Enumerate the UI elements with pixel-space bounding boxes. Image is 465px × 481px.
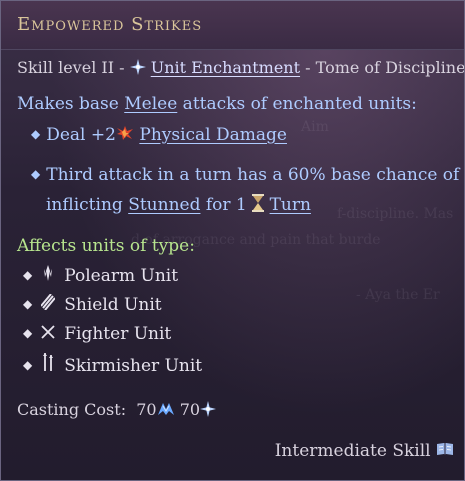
skirmisher-icon <box>40 353 56 375</box>
skill-description: Makes base Melee attacks of enchanted un… <box>17 94 417 114</box>
affects-label: Affects units of type: <box>17 236 195 256</box>
unit-type-polearm: ◆ Polearm Unit <box>23 265 178 286</box>
arcana-cost-value: 70 <box>179 400 201 419</box>
physical-damage-icon <box>116 125 134 146</box>
unit-type-skirmisher: ◆ Skirmisher Unit <box>23 353 202 376</box>
skill-level-text: Skill level II - <box>17 58 125 77</box>
casting-cost-label: Casting Cost: <box>17 400 127 419</box>
effect-text: Third attack in a turn has a 60% base ch… <box>46 165 460 185</box>
unit-enchantment-link[interactable]: Unit Enchantment <box>151 58 300 77</box>
effect-text: for 1 <box>200 195 247 215</box>
mana-cost-value: 70 <box>136 400 157 419</box>
diamond-bullet-icon: ◆ <box>31 167 41 181</box>
unit-type-fighter: ◆ Fighter Unit <box>23 324 171 344</box>
diamond-bullet-icon: ◆ <box>23 297 33 311</box>
stunned-link[interactable]: Stunned <box>128 195 200 215</box>
book-icon <box>436 441 454 462</box>
tome-text: - Tome of Discipline <box>305 58 465 77</box>
diamond-bullet-icon: ◆ <box>23 268 33 282</box>
enchantment-icon <box>129 58 146 79</box>
arcana-icon <box>200 400 217 421</box>
tooltip-header: Empowered Strikes <box>1 1 464 50</box>
turn-link[interactable]: Turn <box>270 195 311 215</box>
background-text: f-discipline. Mas <box>337 206 454 222</box>
skill-tier: Intermediate Skill <box>275 441 454 462</box>
effect-text: inflicting <box>46 195 129 215</box>
unit-type-label: Fighter Unit <box>64 324 172 344</box>
unit-type-label: Shield Unit <box>64 295 162 315</box>
skill-tier-label: Intermediate Skill <box>274 441 431 461</box>
background-text: - Aya the Er <box>356 287 440 303</box>
physical-damage-link[interactable]: Physical Damage <box>139 125 287 145</box>
fighter-icon <box>40 325 56 343</box>
description-text: Makes base <box>17 94 125 114</box>
hourglass-icon <box>252 194 265 217</box>
skill-subtitle: Skill level II - Unit Enchantment - Tome… <box>17 58 465 79</box>
effect-stun: ◆ Third attack in a turn has a 60% base c… <box>31 165 459 185</box>
skill-title: Empowered Strikes <box>17 14 203 35</box>
unit-type-shield: ◆ Shield Unit <box>23 293 162 315</box>
polearm-icon <box>40 265 56 285</box>
casting-cost: Casting Cost: 70 70 <box>17 400 217 421</box>
effect-damage: ◆ Deal +2 Physical Damage <box>31 125 287 146</box>
skill-tooltip: Aim f-discipline. Mas d of arrogance and… <box>0 0 465 481</box>
effect-stun-line2: inflicting Stunned for 1 Turn <box>46 194 311 217</box>
background-text: Aim <box>301 119 329 135</box>
unit-type-label: Skirmisher Unit <box>64 356 203 376</box>
unit-type-label: Polearm Unit <box>64 266 179 286</box>
diamond-bullet-icon: ◆ <box>23 358 33 372</box>
shield-icon <box>40 293 57 314</box>
melee-link[interactable]: Melee <box>124 94 177 114</box>
mana-icon <box>157 401 175 421</box>
diamond-bullet-icon: ◆ <box>23 326 33 340</box>
effect-text: Deal +2 <box>46 125 116 145</box>
description-text: attacks of enchanted units: <box>177 94 417 114</box>
diamond-bullet-icon: ◆ <box>31 127 41 141</box>
